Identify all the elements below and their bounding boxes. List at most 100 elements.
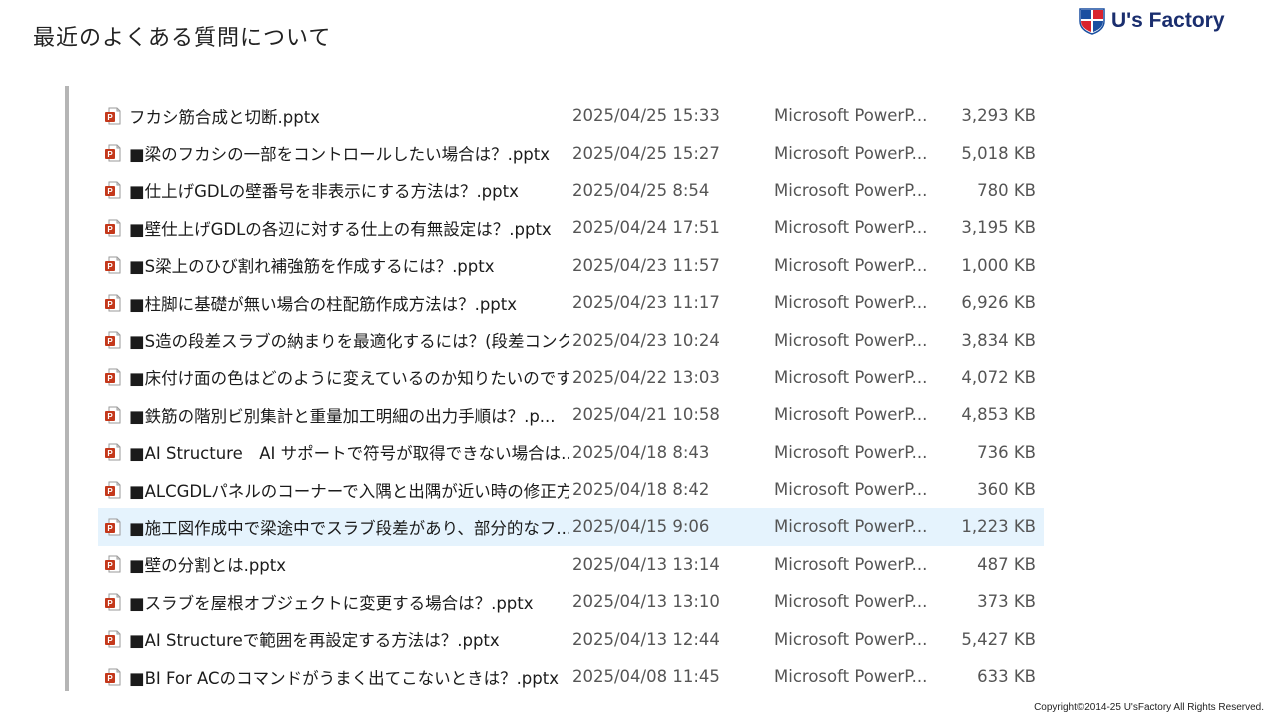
file-name: ■スラブを屋根オブジェクトに変更する場合は？.pptx (129, 593, 534, 613)
file-size: 4,853 KB (961, 405, 1036, 425)
svg-text:P: P (107, 524, 113, 533)
svg-text:P: P (107, 674, 113, 683)
file-row[interactable]: P ■柱脚に基礎が無い場合の柱配筋作成方法は？.pptx 2025/04/23 11… (98, 284, 1044, 321)
file-type: Microsoft PowerP... (774, 367, 928, 387)
file-row[interactable]: P ■AI Structure AI サポートで符号が取得できない場合は... 20… (98, 434, 1044, 471)
file-name: ■床付け面の色はどのように変えているのか知りたいのですが... (129, 369, 569, 389)
copyright: Copyright©2014-25 U'sFactory All Rights … (1034, 702, 1264, 713)
file-date: 2025/04/23 10:24 (572, 330, 720, 350)
file-type: Microsoft PowerP... (774, 180, 928, 200)
file-type: Microsoft PowerP... (774, 330, 928, 350)
file-type: Microsoft PowerP... (774, 517, 928, 537)
file-name: ■S造の段差スラブの納まりを最適化するには？(段差コンク... (129, 332, 569, 352)
powerpoint-file-icon: P (105, 593, 121, 611)
powerpoint-file-icon: P (105, 630, 121, 648)
file-date: 2025/04/15 9:06 (572, 517, 710, 537)
file-name: ■柱脚に基礎が無い場合の柱配筋作成方法は？.pptx (129, 294, 518, 314)
file-type: Microsoft PowerP... (774, 106, 928, 126)
powerpoint-file-icon: P (105, 555, 121, 573)
file-size: 3,834 KB (961, 330, 1036, 350)
powerpoint-file-icon: P (105, 518, 121, 536)
powerpoint-file-icon: P (105, 107, 121, 125)
file-size: 4,072 KB (961, 367, 1036, 387)
powerpoint-file-icon: P (105, 294, 121, 312)
file-name: ■梁のフカシの一部をコントロールしたい場合は？.pptx (129, 145, 551, 165)
file-date: 2025/04/22 13:03 (572, 367, 720, 387)
file-row[interactable]: P ■床付け面の色はどのように変えているのか知りたいのですが... 2025/04/… (98, 359, 1044, 396)
file-size: 3,293 KB (961, 106, 1036, 126)
file-name: ■AI Structureで範囲を再設定する方法は？.pptx (129, 631, 500, 651)
file-name: ■壁仕上げGDLの各辺に対する仕上の有無設定は？.pptx (129, 219, 552, 239)
svg-text:P: P (107, 188, 113, 197)
file-size: 736 KB (977, 442, 1036, 462)
file-row[interactable]: P ■鉄筋の階別ビ別集計と重量加工明細の出力手順は？.p... 2025/04/21… (98, 396, 1044, 433)
file-type: Microsoft PowerP... (774, 218, 928, 238)
file-name: ■AI Structure AI サポートで符号が取得できない場合は... (129, 444, 569, 464)
powerpoint-file-icon: P (105, 443, 121, 461)
file-date: 2025/04/13 13:10 (572, 592, 720, 612)
file-name: ■壁の分割とは.pptx (129, 556, 287, 576)
company-logo: U's Factory (1079, 7, 1225, 35)
powerpoint-file-icon: P (105, 331, 121, 349)
file-name: ■仕上げGDLの壁番号を非表示にする方法は？.pptx (129, 182, 519, 202)
file-name: ■BI For ACのコマンドがうまく出てこないときは？.pptx (129, 668, 559, 688)
file-row[interactable]: P ■スラブを屋根オブジェクトに変更する場合は？.pptx 2025/04/13 1… (98, 583, 1044, 620)
file-size: 373 KB (977, 592, 1036, 612)
file-date: 2025/04/08 11:45 (572, 667, 720, 687)
file-size: 5,018 KB (961, 143, 1036, 163)
file-list[interactable]: P フカシ筋合成と切断.pptx 2025/04/25 15:33 Microsoft… (98, 97, 1044, 695)
file-type: Microsoft PowerP... (774, 592, 928, 612)
file-name: ■鉄筋の階別ビ別集計と重量加工明細の出力手順は？.p... (129, 406, 556, 426)
file-type: Microsoft PowerP... (774, 667, 928, 687)
file-row[interactable]: P ■施工図作成中で梁途中でスラブ段差があり、部分的なフ... 2025/04/15… (98, 508, 1044, 546)
file-row[interactable]: P フカシ筋合成と切断.pptx 2025/04/25 15:33 Microsoft… (98, 97, 1044, 134)
powerpoint-file-icon: P (105, 406, 121, 424)
file-size: 780 KB (977, 180, 1036, 200)
file-row[interactable]: P ■梁のフカシの一部をコントロールしたい場合は？.pptx 2025/04/25 … (98, 134, 1044, 171)
file-row[interactable]: P ■壁仕上げGDLの各辺に対する仕上の有無設定は？.pptx 2025/04/24… (98, 209, 1044, 246)
file-size: 633 KB (977, 667, 1036, 687)
svg-text:P: P (107, 487, 113, 496)
file-name: ■施工図作成中で梁途中でスラブ段差があり、部分的なフ... (129, 518, 569, 538)
powerpoint-file-icon: P (105, 144, 121, 162)
file-type: Microsoft PowerP... (774, 442, 928, 462)
file-row[interactable]: P ■S造の段差スラブの納まりを最適化するには？(段差コンク... 2025/04/… (98, 321, 1044, 358)
file-row[interactable]: P ■壁の分割とは.pptx 2025/04/13 13:14 Microsoft P… (98, 546, 1044, 583)
file-size: 1,000 KB (961, 255, 1036, 275)
file-size: 487 KB (977, 554, 1036, 574)
file-date: 2025/04/21 10:58 (572, 405, 720, 425)
file-size: 1,223 KB (961, 517, 1036, 537)
file-row[interactable]: P ■仕上げGDLの壁番号を非表示にする方法は？.pptx 2025/04/25 8… (98, 172, 1044, 209)
svg-text:P: P (107, 636, 113, 645)
file-type: Microsoft PowerP... (774, 554, 928, 574)
explorer-left-border (65, 86, 69, 691)
svg-text:P: P (107, 113, 113, 122)
file-type: Microsoft PowerP... (774, 255, 928, 275)
file-type: Microsoft PowerP... (774, 293, 928, 313)
file-row[interactable]: P ■AI Structureで範囲を再設定する方法は？.pptx 2025/04/… (98, 620, 1044, 657)
file-type: Microsoft PowerP... (774, 143, 928, 163)
powerpoint-file-icon: P (105, 256, 121, 274)
powerpoint-file-icon: P (105, 481, 121, 499)
svg-text:P: P (107, 412, 113, 421)
powerpoint-file-icon: P (105, 368, 121, 386)
file-row[interactable]: P ■ALCGDLパネルのコーナーで入隅と出隅が近い時の修正方... 2025/04… (98, 471, 1044, 508)
file-date: 2025/04/25 15:33 (572, 106, 720, 126)
slide-title: 最近のよくある質問について (33, 26, 332, 51)
file-date: 2025/04/18 8:43 (572, 442, 710, 462)
svg-text:P: P (107, 599, 113, 608)
file-date: 2025/04/13 12:44 (572, 629, 720, 649)
file-size: 360 KB (977, 480, 1036, 500)
powerpoint-file-icon: P (105, 181, 121, 199)
file-row[interactable]: P ■BI For ACのコマンドがうまく出てこないときは？.pptx 2025/0… (98, 658, 1044, 695)
file-name: ■ALCGDLパネルのコーナーで入隅と出隅が近い時の修正方... (129, 481, 569, 501)
svg-text:P: P (107, 562, 113, 571)
file-type: Microsoft PowerP... (774, 405, 928, 425)
file-date: 2025/04/23 11:17 (572, 293, 720, 313)
svg-text:P: P (107, 150, 113, 159)
file-date: 2025/04/24 17:51 (572, 218, 720, 238)
file-row[interactable]: P ■S梁上のひび割れ補強筋を作成するには？.pptx 2025/04/23 11:… (98, 247, 1044, 284)
logo-text: U's Factory (1111, 9, 1225, 32)
file-type: Microsoft PowerP... (774, 629, 928, 649)
svg-text:P: P (107, 449, 113, 458)
